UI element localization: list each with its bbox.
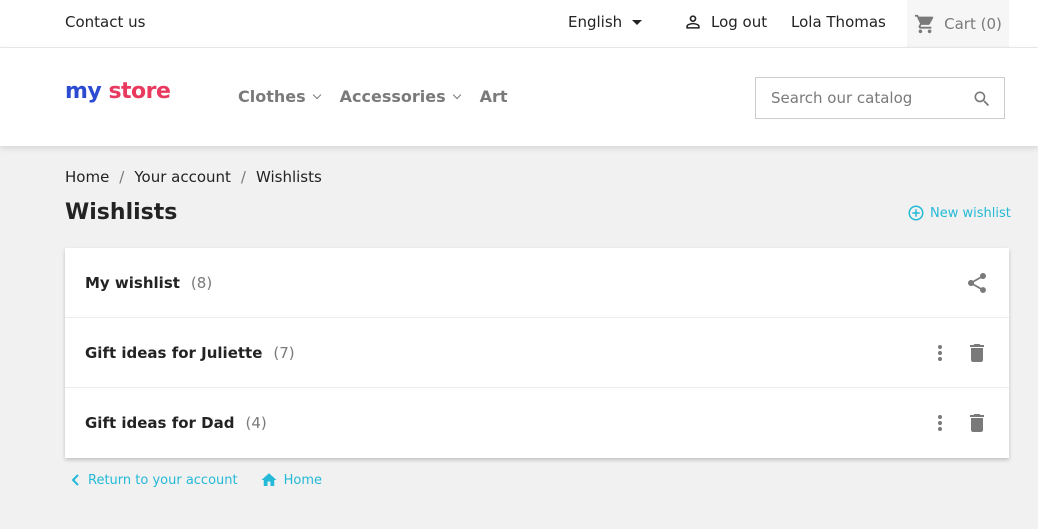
wishlist-name: Gift ideas for Dad: [85, 414, 235, 432]
return-to-account-link[interactable]: Return to your account: [70, 471, 238, 489]
header: my store Clothes Accessories Art: [0, 48, 1038, 146]
logout-link[interactable]: Log out: [683, 12, 767, 32]
footer-links: Return to your account Home: [70, 471, 344, 489]
home-link[interactable]: Home: [260, 471, 322, 489]
new-wishlist-label: New wishlist: [930, 205, 1011, 221]
top-bar: Contact us English Log out Lola Thomas C…: [0, 0, 1038, 48]
breadcrumb-separator: /: [119, 168, 125, 186]
home-label: Home: [283, 472, 322, 488]
contact-us-link[interactable]: Contact us: [65, 13, 145, 31]
breadcrumb-home[interactable]: Home: [65, 168, 109, 186]
cart-button[interactable]: Cart (0): [907, 0, 1009, 47]
wishlist-count: (8): [190, 273, 213, 292]
home-icon: [261, 473, 277, 486]
wishlist-row[interactable]: Gift ideas for Dad (4): [65, 388, 1009, 458]
breadcrumb-wishlists: Wishlists: [255, 168, 322, 186]
breadcrumb-your-account[interactable]: Your account: [134, 168, 231, 186]
return-to-account-label: Return to your account: [88, 472, 238, 488]
wishlist-list: My wishlist (8) Gift ideas for Juliette …: [65, 248, 1009, 458]
chevron-left-icon: [71, 474, 79, 486]
language-label: English: [568, 13, 623, 31]
store-logo[interactable]: my store: [65, 79, 171, 104]
cart-icon: [915, 14, 934, 33]
more-vertical-icon[interactable]: [931, 341, 949, 365]
account-name-link[interactable]: Lola Thomas: [791, 13, 886, 31]
breadcrumb-separator: /: [240, 168, 246, 186]
search-input[interactable]: [771, 89, 961, 107]
wishlist-count: (4): [245, 414, 267, 432]
logout-label: Log out: [711, 13, 768, 31]
chevron-down-icon: [452, 90, 461, 100]
chevron-down-icon: [312, 90, 321, 100]
wishlist-name: My wishlist: [85, 273, 180, 292]
cart-label: Cart (0): [944, 14, 1002, 33]
trash-icon[interactable]: [965, 341, 989, 365]
language-selector[interactable]: English: [568, 13, 643, 31]
search-box: [755, 77, 1005, 119]
nav-item-clothes[interactable]: Clothes: [238, 87, 321, 106]
wishlist-row[interactable]: My wishlist (8): [65, 248, 1009, 318]
breadcrumb: Home / Your account / Wishlists: [65, 168, 322, 186]
add-circle-icon: [908, 205, 924, 221]
new-wishlist-button[interactable]: New wishlist: [907, 204, 1011, 222]
wishlist-count: (7): [273, 343, 295, 362]
more-vertical-icon[interactable]: [931, 411, 949, 435]
nav-item-art[interactable]: Art: [480, 87, 508, 106]
main-nav: Clothes Accessories Art: [238, 87, 528, 106]
trash-icon[interactable]: [965, 411, 989, 435]
search-icon[interactable]: [972, 89, 992, 109]
nav-item-accessories[interactable]: Accessories: [340, 87, 461, 106]
user-icon: [686, 15, 700, 29]
page-title: Wishlists: [65, 200, 178, 225]
caret-down-icon: [632, 19, 643, 25]
share-icon[interactable]: [965, 271, 989, 295]
wishlist-row[interactable]: Gift ideas for Juliette (7): [65, 318, 1009, 388]
wishlist-name: Gift ideas for Juliette: [85, 343, 263, 362]
